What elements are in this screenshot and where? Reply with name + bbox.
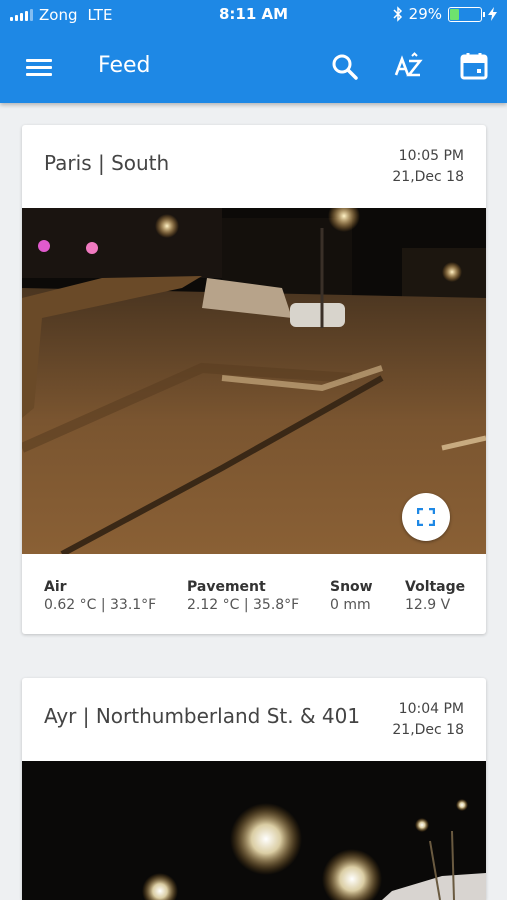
camera-image[interactable] [22, 208, 486, 554]
capture-time: 10:04 PM [398, 701, 464, 717]
sort-az-icon[interactable] [392, 50, 426, 84]
camera-location-title: Ayr | Northumberland St. & 401 [44, 704, 361, 728]
battery-percent: 29% [408, 5, 442, 23]
stat-voltage: Voltage 12.9 V [405, 579, 465, 613]
capture-timestamp: 10:04 PM 21,Dec 18 [392, 699, 464, 741]
bluetooth-icon [393, 6, 402, 22]
feed-card[interactable]: Ayr | Northumberland St. & 401 10:04 PM … [22, 678, 486, 900]
camera-location-title: Paris | South [44, 151, 170, 175]
stat-value: 2.12 °C | 35.8°F [187, 597, 300, 613]
stat-value: 0.62 °C | 33.1°F [44, 597, 157, 613]
stat-value: 12.9 V [405, 597, 451, 613]
status-bar: Zong LTE 8:11 AM 29% [0, 0, 507, 30]
stat-label: Pavement [187, 579, 266, 595]
search-icon[interactable] [328, 50, 362, 84]
camera-image[interactable] [22, 761, 486, 900]
stat-label: Voltage [405, 579, 466, 595]
sensor-readings: Air 0.62 °C | 33.1°F Pavement 2.12 °C | … [22, 555, 486, 634]
battery-icon [448, 6, 485, 22]
stat-pavement: Pavement 2.12 °C | 35.8°F [187, 579, 299, 613]
capture-time: 10:05 PM [398, 148, 464, 164]
stat-label: Air [44, 579, 67, 595]
menu-icon[interactable] [24, 52, 54, 82]
stat-label: Snow [330, 579, 373, 595]
stat-value: 0 mm [330, 597, 371, 613]
capture-date: 21,Dec 18 [392, 722, 464, 738]
capture-date: 21,Dec 18 [392, 169, 464, 185]
toolbar: Feed [0, 34, 507, 98]
page-title: Feed [98, 53, 151, 78]
calendar-icon[interactable] [457, 50, 491, 84]
stat-air: Air 0.62 °C | 33.1°F [44, 579, 156, 613]
stat-snow: Snow 0 mm [330, 579, 373, 613]
charging-icon [488, 7, 497, 21]
feed-card[interactable]: Paris | South 10:05 PM 21,Dec 18 Air 0.6… [22, 125, 486, 634]
capture-timestamp: 10:05 PM 21,Dec 18 [392, 146, 464, 188]
app-bar: Zong LTE 8:11 AM 29% Feed [0, 0, 507, 103]
fullscreen-icon[interactable] [402, 493, 450, 541]
